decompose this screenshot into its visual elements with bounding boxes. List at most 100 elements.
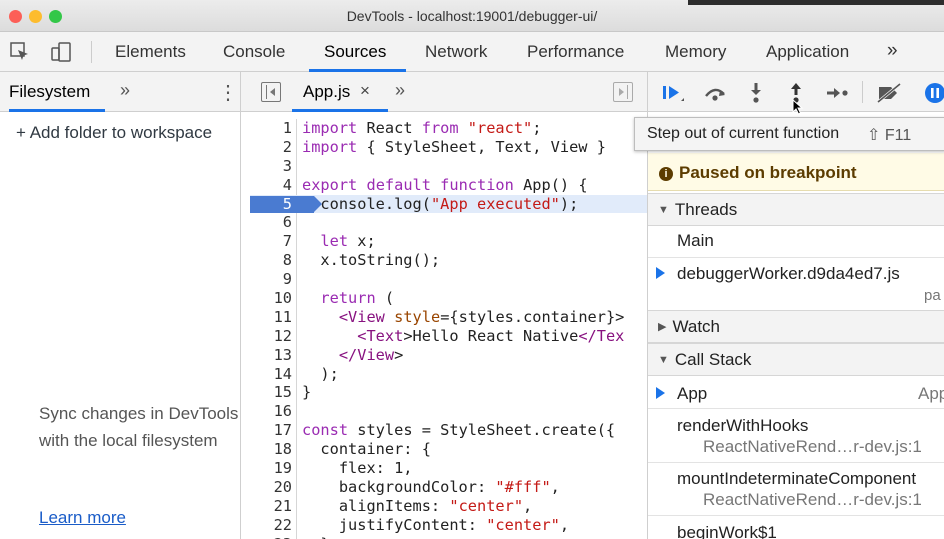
code-editor[interactable]: 1 import React from "react"; 2 import { Sty… (250, 119, 647, 539)
step-over-icon[interactable] (703, 84, 727, 102)
code-text: flex: 1, (302, 459, 413, 478)
code-line[interactable]: 3 (250, 157, 647, 176)
frame-location: App (918, 384, 944, 403)
tooltip-shortcut: ⇧ F11 (867, 127, 912, 144)
resume-icon[interactable] (662, 83, 684, 103)
editor-file-tab[interactable]: App.js (303, 82, 350, 102)
line-number[interactable]: 4 (250, 176, 292, 195)
toolbar-divider (91, 41, 92, 63)
device-toolbar-icon[interactable] (50, 41, 74, 63)
tab-elements[interactable]: Elements (115, 42, 186, 62)
line-number[interactable]: 16 (250, 402, 292, 421)
line-number[interactable]: 2 (250, 138, 292, 157)
code-text: <Text>Hello React Native</Tex (357, 326, 625, 345)
debugger-toolbar (648, 72, 944, 115)
line-number[interactable]: 1 (250, 119, 292, 138)
line-number[interactable]: 12 (250, 327, 292, 346)
threads-label: Threads (674, 200, 738, 219)
tab-application[interactable]: Application (766, 42, 849, 62)
thread-name: debuggerWorker.d9da4ed7.js (677, 264, 900, 283)
code-line[interactable]: 18 container: { (250, 440, 647, 459)
code-line[interactable]: 14 ); (250, 365, 647, 384)
code-line[interactable]: 2 import { StyleSheet, Text, View } (250, 138, 647, 157)
line-number[interactable]: 18 (250, 440, 292, 459)
line-number[interactable]: 17 (250, 421, 292, 440)
code-text: </View> (338, 345, 404, 364)
background-window-strip (688, 0, 944, 5)
panel-divider-left[interactable] (240, 72, 241, 539)
code-line[interactable]: 19 flex: 1, (250, 459, 647, 478)
frame-function: renderWithHooks (677, 416, 809, 435)
navigator-more-chevron-icon[interactable]: » (120, 80, 130, 101)
line-number[interactable]: 19 (250, 459, 292, 478)
code-line[interactable]: 13 </View> (250, 346, 647, 365)
line-number[interactable]: 20 (250, 478, 292, 497)
editor-tabbar (241, 72, 647, 112)
call-stack-section-header[interactable]: ▼ Call Stack (648, 343, 944, 376)
code-line[interactable]: 15} (250, 383, 647, 402)
code-line[interactable]: 11 <View style={styles.container}> (250, 308, 647, 327)
tab-performance[interactable]: Performance (527, 42, 624, 62)
code-line[interactable]: 4 export default function App() { (250, 176, 647, 195)
tab-sources[interactable]: Sources (324, 42, 386, 62)
code-line[interactable]: 12 <Text>Hello React Native</Tex (250, 327, 647, 346)
code-line[interactable]: 10 return ( (250, 289, 647, 308)
toggle-navigator-icon[interactable] (261, 82, 281, 102)
tab-console[interactable]: Console (223, 42, 285, 62)
deactivate-breakpoints-icon[interactable] (876, 83, 902, 103)
add-folder-to-workspace-button[interactable]: + Add folder to workspace (16, 123, 212, 143)
step-icon[interactable] (826, 85, 850, 101)
code-line[interactable]: 21 alignItems: "center", (250, 497, 647, 516)
code-line[interactable]: 5 console.log("App executed"); (250, 194, 647, 214)
code-text: <View style={styles.container}> (338, 307, 625, 326)
line-number[interactable]: 8 (250, 251, 292, 270)
pause-on-exceptions-icon[interactable] (924, 82, 944, 104)
code-text: ); (302, 364, 339, 383)
step-into-icon[interactable] (748, 82, 764, 104)
code-line[interactable]: 1 import React from "react"; (250, 119, 647, 138)
tab-filesystem[interactable]: Filesystem (9, 82, 90, 102)
line-number[interactable]: 21 (250, 497, 292, 516)
tab-network[interactable]: Network (425, 42, 487, 62)
line-number[interactable]: 11 (250, 308, 292, 327)
toggle-debugger-icon[interactable] (613, 82, 633, 102)
line-number[interactable]: 7 (250, 232, 292, 251)
line-number[interactable]: 9 (250, 270, 292, 289)
code-line[interactable]: 9 (250, 270, 647, 289)
threads-section-header[interactable]: ▼ Threads (648, 193, 944, 226)
code-text: console.log("App executed"); (302, 194, 579, 213)
frame-function: beginWork$1 (677, 523, 777, 539)
code-text: import { StyleSheet, Text, View } (302, 137, 606, 156)
inspect-element-icon[interactable] (9, 41, 31, 63)
code-line[interactable]: 8 x.toString(); (250, 251, 647, 270)
line-number[interactable]: 14 (250, 365, 292, 384)
code-line[interactable]: 22 justifyContent: "center", (250, 516, 647, 535)
current-frame-arrow-icon (656, 387, 665, 399)
line-number[interactable]: 13 (250, 346, 292, 365)
code-line[interactable]: 16 (250, 402, 647, 421)
code-line[interactable]: 23 } (250, 535, 647, 539)
more-tabs-chevron-icon[interactable]: » (887, 40, 898, 62)
frame-location: ReactNativeRend…r-dev.js:1 (703, 490, 922, 509)
code-text: export default function App() { (302, 175, 588, 194)
code-line[interactable]: 6 (250, 213, 647, 232)
code-text: import React from "react"; (302, 119, 542, 137)
line-number[interactable]: 15 (250, 383, 292, 402)
line-number[interactable]: 22 (250, 516, 292, 535)
code-line[interactable]: 17 const styles = StyleSheet.create({ (250, 421, 647, 440)
navigator-menu-icon[interactable]: ⋮ (218, 80, 238, 105)
sync-description: Sync changes in DevTools with the local … (39, 404, 239, 450)
line-number[interactable]: 10 (250, 289, 292, 308)
thread-name: Main (677, 231, 714, 250)
code-line[interactable]: 7 let x; (250, 232, 647, 251)
learn-more-link[interactable]: Learn more (39, 508, 126, 528)
line-number[interactable]: 23 (250, 535, 292, 539)
watch-section-header[interactable]: ▶ Watch (648, 310, 944, 343)
close-file-icon[interactable]: × (360, 81, 370, 101)
frame-row-divider (648, 515, 944, 516)
line-number[interactable]: 6 (250, 213, 292, 232)
editor-more-chevron-icon[interactable]: » (395, 80, 405, 101)
tab-memory[interactable]: Memory (665, 42, 726, 62)
code-line[interactable]: 20 backgroundColor: "#fff", (250, 478, 647, 497)
line-number[interactable]: 3 (250, 157, 292, 176)
